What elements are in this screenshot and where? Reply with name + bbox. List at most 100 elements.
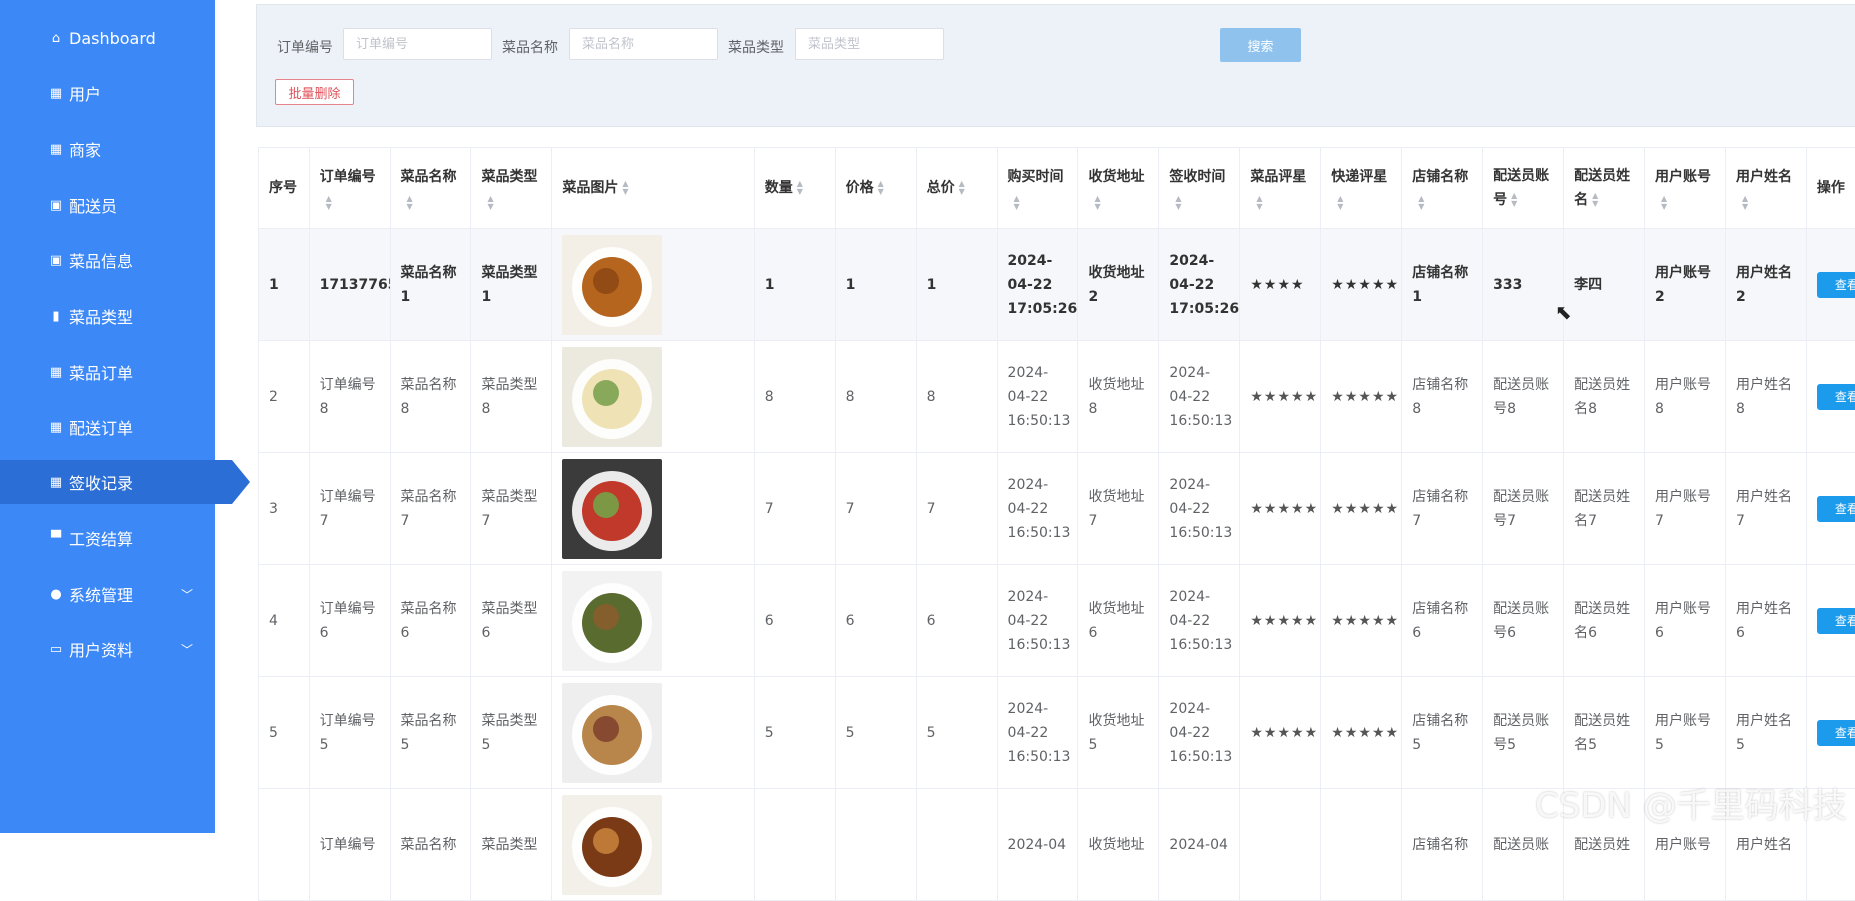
col-sign-time[interactable]: 签收时间▲▼ (1159, 148, 1240, 229)
cell-user-name: 用户姓名8 (1725, 341, 1806, 453)
dish-image[interactable] (562, 235, 662, 335)
view-button[interactable]: 查看 (1817, 384, 1855, 410)
cell-price: 6 (835, 565, 916, 677)
col-quantity[interactable]: 数量▲▼ (754, 148, 835, 229)
mouse-cursor-icon: ⬉ (1555, 300, 1572, 324)
cell-dish-type: 菜品类型8 (471, 341, 552, 453)
sidebar-item-dish-info[interactable]: ▣ 菜品信息 (0, 238, 215, 282)
sidebar-item-dish-types[interactable]: ▮ 菜品类型 (0, 294, 215, 338)
sort-icon: ▲▼ (326, 195, 380, 211)
view-button[interactable]: 查看 (1817, 608, 1855, 634)
actions-cell: 查看 (1806, 453, 1855, 565)
order-no-input[interactable] (343, 28, 492, 60)
sidebar-item-label: 配送订单 (69, 415, 133, 439)
cell-dish-type: 菜品类型7 (471, 453, 552, 565)
view-button[interactable]: 查看 (1817, 496, 1855, 522)
table-row[interactable]: 5订单编号5菜品名称5菜品类型55552024-04-22 16:50:13收货… (259, 677, 1855, 789)
col-courier-account[interactable]: 配送员账号▲▼ (1483, 148, 1564, 229)
sidebar-item-delivery-orders[interactable]: ▦ 配送订单 (0, 405, 215, 449)
col-price[interactable]: 价格▲▼ (835, 148, 916, 229)
col-index: 序号 (259, 148, 310, 229)
col-courier-name[interactable]: 配送员姓名▲▼ (1564, 148, 1645, 229)
cell-buy-time: 2024-04 (997, 789, 1078, 901)
col-dish-rating[interactable]: 菜品评星▲▼ (1240, 148, 1321, 229)
sort-icon: ▲▼ (1014, 195, 1068, 211)
dish-image[interactable] (562, 683, 662, 783)
cell-quantity: 7 (754, 453, 835, 565)
cell-user-account: 用户账号7 (1645, 453, 1726, 565)
actions-cell: 查看 (1806, 229, 1855, 341)
chevron-down-icon: ﹀ (181, 641, 193, 658)
sidebar-item-system[interactable]: ● 系统管理 ﹀ (0, 572, 215, 616)
col-buy-time[interactable]: 购买时间▲▼ (997, 148, 1078, 229)
cell-address: 收货地址8 (1078, 341, 1159, 453)
table-row[interactable]: 11713776565308菜品名称1菜品类型11112024-04-22 17… (259, 229, 1855, 341)
cell-delivery-rating: ★★★★★ (1321, 453, 1402, 565)
signpost-icon: ▀ (48, 531, 64, 546)
col-dish-image[interactable]: 菜品图片▲▼ (552, 148, 754, 229)
cell-dish-rating: ★★★★★ (1240, 341, 1321, 453)
dish-image[interactable] (562, 459, 662, 559)
col-user-name[interactable]: 用户姓名▲▼ (1725, 148, 1806, 229)
cell-user-name: 用户姓名5 (1725, 677, 1806, 789)
grid-icon: ▦ (48, 365, 64, 380)
cell-price: 1 (835, 229, 916, 341)
sidebar-item-dish-orders[interactable]: ▦ 菜品订单 (0, 350, 215, 394)
col-total[interactable]: 总价▲▼ (916, 148, 997, 229)
cell-buy-time: 2024-04-22 16:50:13 (997, 341, 1078, 453)
cell-dish-rating: ★★★★★ (1240, 565, 1321, 677)
col-delivery-rating[interactable]: 快递评星▲▼ (1321, 148, 1402, 229)
search-button[interactable]: 搜索 (1220, 28, 1301, 62)
cell-user-name: 用户姓名7 (1725, 453, 1806, 565)
cell-index (259, 789, 310, 901)
cell-dish-rating (1240, 789, 1321, 901)
cell-index: 2 (259, 341, 310, 453)
sort-icon: ▲▼ (1256, 195, 1310, 211)
sort-icon: ▲▼ (1592, 192, 1598, 208)
sidebar-item-dashboard[interactable]: ⌂ Dashboard (0, 16, 215, 60)
table-row[interactable]: 3订单编号7菜品名称7菜品类型77772024-04-22 16:50:13收货… (259, 453, 1855, 565)
cell-total (916, 789, 997, 901)
col-order-no[interactable]: 订单编号▲▼ (309, 148, 390, 229)
cell-shop-name: 店铺名称6 (1402, 565, 1483, 677)
cell-price: 5 (835, 677, 916, 789)
dish-name-input[interactable] (569, 28, 718, 60)
cell-sign-time: 2024-04-22 16:50:13 (1159, 565, 1240, 677)
view-button[interactable]: 查看 (1817, 272, 1855, 298)
sidebar-item-salary[interactable]: ▀ 工资结算 (0, 516, 215, 560)
dish-image-cell (552, 789, 754, 901)
cell-quantity: 1 (754, 229, 835, 341)
col-actions: 操作 (1806, 148, 1855, 229)
cell-order-no: 1713776565308 (309, 229, 390, 341)
view-button[interactable]: 查看 (1817, 720, 1855, 746)
cell-courier-name: 配送员姓名8 (1564, 341, 1645, 453)
sidebar-item-couriers[interactable]: ▣ 配送员 (0, 183, 215, 227)
cell-index: 5 (259, 677, 310, 789)
clipboard-icon: ▣ (48, 253, 64, 268)
batch-delete-button[interactable]: 批量删除 (275, 79, 354, 105)
sidebar-item-sign-records[interactable]: ▦ 签收记录 (0, 460, 232, 504)
dish-type-input[interactable] (795, 28, 944, 60)
sidebar-item-merchants[interactable]: ▦ 商家 (0, 127, 215, 171)
cell-address: 收货地址5 (1078, 677, 1159, 789)
dish-image[interactable] (562, 347, 662, 447)
col-dish-type[interactable]: 菜品类型▲▼ (471, 148, 552, 229)
cell-user-account: 用户账号5 (1645, 677, 1726, 789)
col-user-account[interactable]: 用户账号▲▼ (1645, 148, 1726, 229)
sidebar-item-users[interactable]: ▦ 用户 (0, 71, 215, 115)
col-dish-name[interactable]: 菜品名称▲▼ (390, 148, 471, 229)
cell-price (835, 789, 916, 901)
sidebar-item-label: 签收记录 (69, 470, 133, 494)
dish-image[interactable] (562, 795, 662, 895)
dish-image[interactable] (562, 571, 662, 671)
bar-chart-icon: ▮ (48, 309, 64, 324)
cell-dish-type: 菜品类型6 (471, 565, 552, 677)
col-address[interactable]: 收货地址▲▼ (1078, 148, 1159, 229)
actions-cell: 查看 (1806, 341, 1855, 453)
col-shop-name[interactable]: 店铺名称▲▼ (1402, 148, 1483, 229)
sidebar-item-profile[interactable]: ▭ 用户资料 ﹀ (0, 627, 215, 671)
cell-total: 7 (916, 453, 997, 565)
table-row[interactable]: 4订单编号6菜品名称6菜品类型66662024-04-22 16:50:13收货… (259, 565, 1855, 677)
table-row[interactable]: 2订单编号8菜品名称8菜品类型88882024-04-22 16:50:13收货… (259, 341, 1855, 453)
cell-courier-account: 配送员账号5 (1483, 677, 1564, 789)
